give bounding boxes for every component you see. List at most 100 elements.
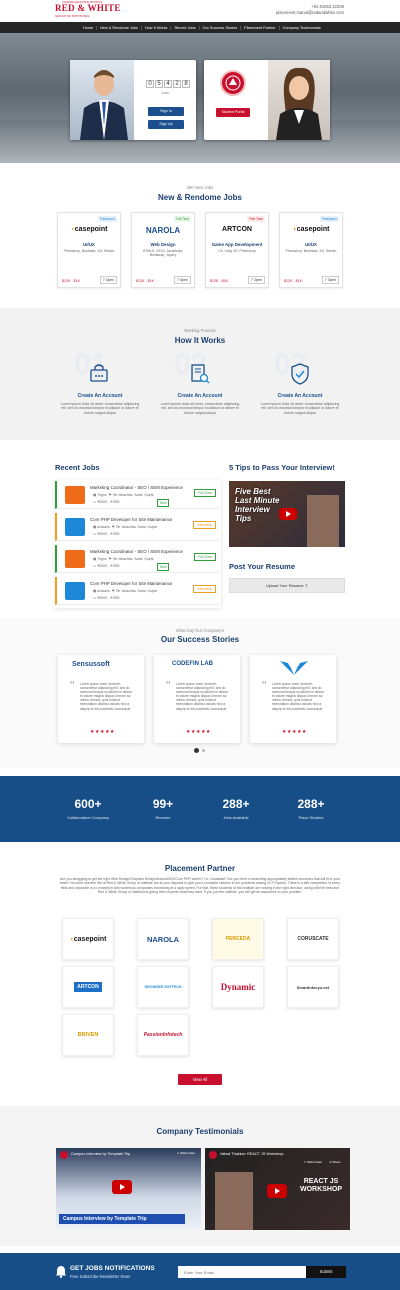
company-logo-icon [65, 582, 85, 600]
partner-logo[interactable]: Dynamic [212, 966, 264, 1008]
post-resume-title: Post Your Resume [229, 562, 295, 571]
recent-job-row[interactable]: Core PHP Developer for Site Maintenance … [55, 513, 220, 541]
presenter-photo [307, 495, 339, 547]
view-all-button[interactable]: View All [178, 1074, 222, 1085]
job-openings: 7 Open [173, 276, 191, 284]
nav-placement-partner[interactable]: Placement Partner [241, 25, 280, 30]
job-salary: $12K - $1K [210, 279, 228, 283]
hero-background [0, 120, 400, 163]
company-logo: ◖casepoint [70, 226, 108, 233]
carousel-dot-active[interactable] [194, 748, 199, 753]
partner-logo[interactable]: ◖ casepoint [62, 918, 114, 960]
job-skills: Photoshop, Illustrator, XD, Sketch [63, 249, 115, 253]
lock-account-icon [88, 362, 112, 388]
company-logo-icon [65, 550, 85, 568]
tips-video[interactable]: Five Best Last Minute Interview Tips [229, 481, 345, 547]
recent-job-row[interactable]: Marketing Coordinator - SEO / SEM Experi… [55, 481, 220, 509]
newsletter-email-input[interactable] [178, 1266, 306, 1278]
sign-in-button[interactable]: Sign In [148, 107, 184, 116]
site-logo[interactable]: RED & WHITE [55, 3, 121, 13]
job-openings: 7 Open [99, 276, 117, 284]
how-subtitle: Working Process [184, 328, 216, 333]
partner-logo[interactable]: BRIVEN [62, 1014, 114, 1056]
job-type-badge: Full Time [194, 489, 216, 497]
recent-job-row[interactable]: Marketing Coordinator - SEO / SEM Experi… [55, 545, 220, 573]
new-badge: New [157, 563, 170, 571]
sign-up-button[interactable]: Sign Up [148, 120, 184, 129]
job-salary: $12K - $1K [284, 279, 302, 283]
step-text: Lorem ipsum dolor sit amet, consectetur … [160, 402, 240, 415]
job-skills: Photoshop, Illustrator, XD, Sketch [285, 249, 337, 253]
testimonial-video[interactable]: Campus Interview by Template Trip ⏲ Watc… [56, 1148, 201, 1230]
upload-resume-button[interactable]: Upload Your Resume ⇪ [229, 578, 345, 593]
company-logo: ARTCON [222, 226, 252, 233]
businessman-photo [70, 60, 134, 140]
watch-later-button[interactable]: ⏲ Watch later [303, 1160, 323, 1164]
job-type-badge: Freelancer [319, 216, 339, 222]
recent-job-row[interactable]: Core PHP Developer for Site Maintenance … [55, 577, 220, 605]
partner-logo[interactable]: ARTCON [62, 966, 114, 1008]
rating-stars: ★★★★★ [186, 729, 211, 735]
video-title[interactable]: Vatsal Thakkar: REACT JS Workshop [220, 1152, 283, 1156]
jobs-counter: 0 5 4 2 8 [146, 80, 190, 88]
partner-logo[interactable]: NAROLA [137, 918, 189, 960]
recent-job-title[interactable]: Marketing Coordinator - SEO / SEM Experi… [90, 549, 183, 554]
share-button[interactable]: ➦ Share [325, 1160, 345, 1164]
job-skills: C#, Unity 3D, Photoshop [218, 249, 256, 253]
recent-job-meta: ▦ Aviwarlo ⚑ 7th Varachha, Surat, Gujrat [93, 525, 157, 529]
main-nav: Home New & Rendome Jobs How It Works Rec… [0, 22, 400, 33]
counter-label: JOBS [161, 91, 169, 95]
company-logo-icon [65, 486, 85, 504]
job-title: Game App Development [211, 242, 263, 247]
newsletter-subtitle: Free Subscribe Newsletter Now! [70, 1274, 131, 1279]
video-overlay-text: Five Best Last Minute Interview Tips [235, 487, 280, 523]
contact-info: +91 81553 22206 placement.manul@redandwh… [276, 4, 344, 16]
stat-number: 288+ [297, 797, 325, 811]
nav-new-jobs[interactable]: New & Rendome Jobs [97, 25, 142, 30]
submit-button[interactable]: Submit [306, 1266, 346, 1278]
play-icon[interactable] [112, 1180, 132, 1194]
how-title: How It Works [174, 336, 226, 345]
recent-job-salary: ▭ ₹5000 - ₹7800 [93, 564, 120, 568]
student-portal-button[interactable]: Student Portal [216, 108, 250, 117]
partner-logo[interactable]: SmartInfocys.net [287, 966, 339, 1008]
play-icon[interactable] [279, 508, 297, 520]
nav-how-it-works[interactable]: How It Works [142, 25, 172, 30]
logo-subtitle: GROUP OF INSTITUTES [55, 14, 90, 18]
company-logo-icon [65, 518, 85, 536]
stat-label: Resume [155, 815, 171, 820]
step-title: Create An Account [77, 393, 123, 399]
testimonial-video[interactable]: Vatsal Thakkar: REACT JS Workshop ⏲ Watc… [205, 1148, 350, 1230]
nav-recent-jobs[interactable]: Recent Jobs [171, 25, 200, 30]
story-text: Lorem ipsum dolor sit amet, consectetur … [272, 682, 325, 711]
tips-title: 5 Tips to Pass Your Interview! [229, 463, 335, 472]
partner-logo[interactable]: CORUSCATE [287, 918, 339, 960]
job-card[interactable]: Freelancer ◖casepoint UI/UX Photoshop, I… [57, 212, 121, 288]
video-title[interactable]: Campus Interview by Template Trip [71, 1152, 130, 1156]
partner-logo[interactable]: GROWSEE SOFTECH [137, 966, 189, 1008]
play-icon[interactable] [267, 1184, 287, 1198]
nav-testimonials[interactable]: Company Testimonials [280, 26, 324, 30]
job-card[interactable]: Full Time NAROLA Web Design HTML5, CSS3,… [131, 212, 195, 288]
job-card[interactable]: Freelancer ◖casepoint UI/UX Photoshop, I… [279, 212, 343, 288]
carousel-dot[interactable] [202, 749, 205, 752]
nav-success-stories[interactable]: Our Success Stories [200, 25, 242, 30]
email-address[interactable]: placement.manul@redandwhite.com [276, 10, 344, 16]
recent-job-title[interactable]: Core PHP Developer for Site Maintenance [90, 581, 172, 586]
job-card[interactable]: Part Time ARTCON Game App Development C#… [205, 212, 269, 288]
recent-job-title[interactable]: Core PHP Developer for Site Maintenance [90, 517, 172, 522]
step-text: Lorem ipsum dolor sit amet, consectetur … [60, 402, 140, 415]
rating-stars: ★★★★★ [90, 729, 115, 735]
watch-later-button[interactable]: ⏲ Watch later [172, 1151, 200, 1155]
nav-home[interactable]: Home [80, 25, 98, 30]
story-text: Lorem ipsum dolor sit amet, consectetur … [176, 682, 229, 711]
recent-job-title[interactable]: Marketing Coordinator - SEO / SEM Experi… [90, 485, 183, 490]
partner-logo[interactable]: PERCEDA [212, 918, 264, 960]
stat-label: Place Student [298, 815, 324, 820]
new-jobs-title: New & Rendome Jobs [157, 193, 242, 202]
job-title: Web Design [150, 242, 176, 247]
recent-jobs-title: Recent Jobs [55, 463, 100, 472]
story-card: “ Lorem ipsum dolor sit amet, consectetu… [250, 655, 336, 743]
partner-logo[interactable]: PassionInfotech [137, 1014, 189, 1056]
testimonials-title: Company Testimonials [156, 1127, 244, 1136]
